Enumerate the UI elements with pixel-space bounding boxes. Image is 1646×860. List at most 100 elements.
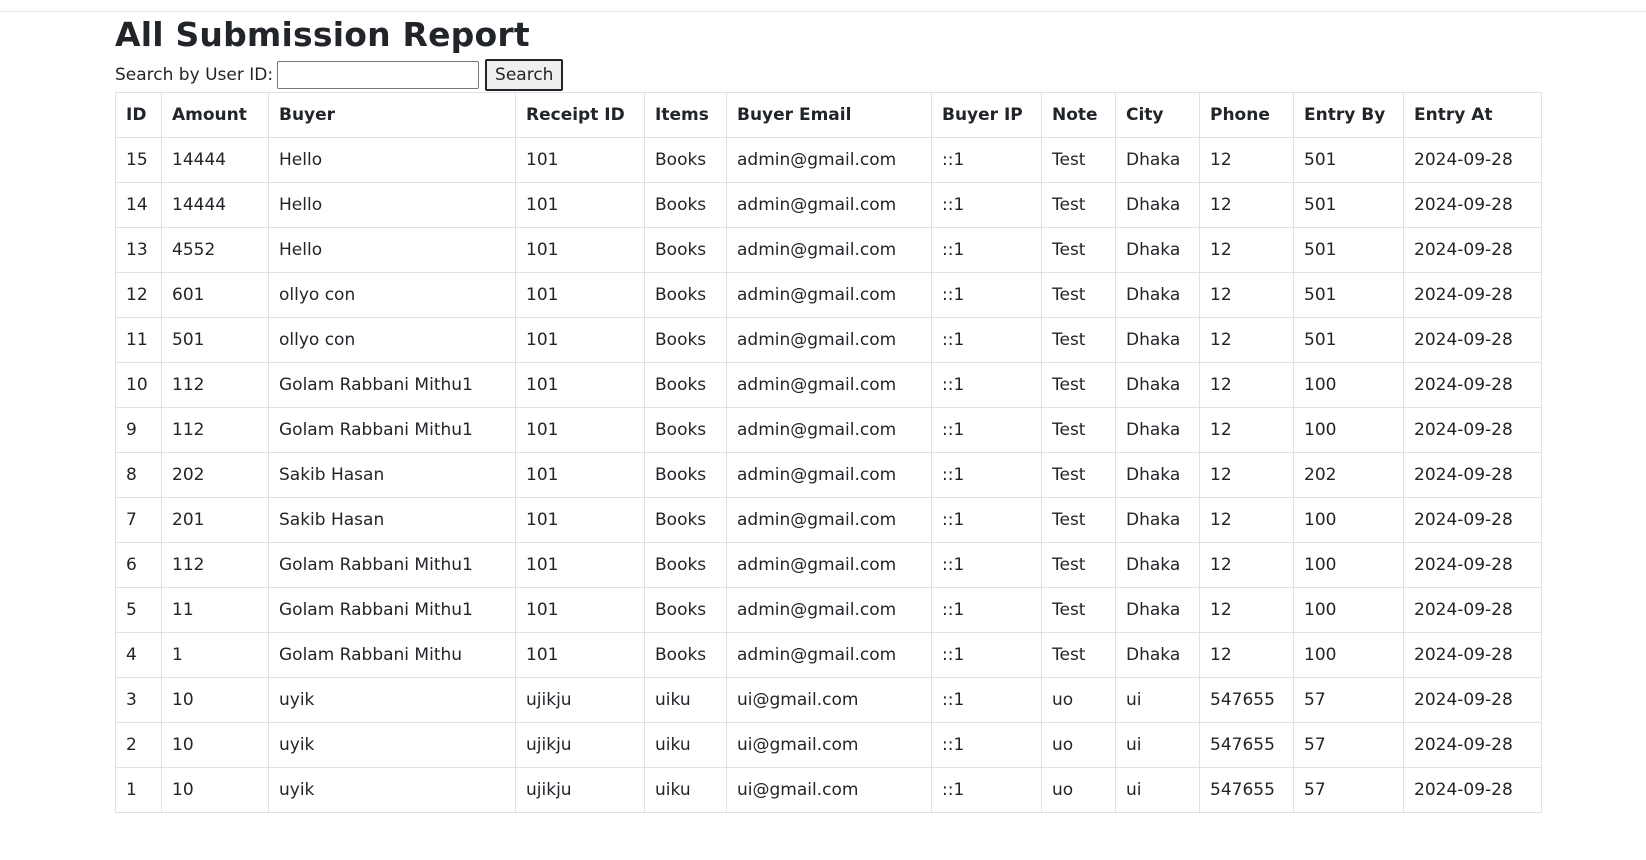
cell-city: Dhaka [1115,362,1200,408]
cell-city: Dhaka [1115,407,1200,453]
column-header-city: City [1115,92,1200,138]
cell-city: Dhaka [1115,497,1200,543]
search-button[interactable]: Search [485,59,564,91]
cell-items: Books [644,632,727,678]
submission-table: ID Amount Buyer Receipt ID Items Buyer Email B… [115,92,1542,813]
cell-amount: 202 [161,452,269,498]
cell-amount: 11 [161,587,269,633]
cell-buyer-ip: ::1 [931,497,1042,543]
table-row: 3 10 uyik ujikju uiku ui@gmail.com::1 uo ui 5476… [115,677,1542,723]
cell-note: Test [1041,272,1116,318]
cell-buyer-ip: ::1 [931,137,1042,183]
cell-items: uiku [644,677,727,723]
cell-note: Test [1041,542,1116,588]
cell-entry-by: 100 [1293,407,1404,453]
cell-buyer: Golam Rabbani Mithu1 [268,407,516,453]
table-row: 13 4552 Hello 101 Books admin@gmail.com::1 Tes… [115,227,1542,273]
search-form: Search by User ID: Search [115,58,1541,92]
cell-buyer-ip: ::1 [931,722,1042,768]
table-row: 12 601 ollyo con 101 Books admin@gmail.com::1… [115,272,1542,318]
cell-city: Dhaka [1115,137,1200,183]
cell-amount: 112 [161,362,269,408]
cell-note: Test [1041,137,1116,183]
cell-amount: 601 [161,272,269,318]
cell-city: Dhaka [1115,632,1200,678]
cell-buyer-email: admin@gmail.com [726,452,932,498]
cell-entry-at: 2024-09-28 [1403,677,1542,723]
cell-entry-at: 2024-09-28 [1403,272,1542,318]
report-container: All Submission Report Search by User ID:… [115,12,1542,813]
cell-buyer-ip: ::1 [931,587,1042,633]
cell-city: Dhaka [1115,587,1200,633]
cell-entry-by: 57 [1293,677,1404,723]
cell-entry-by: 501 [1293,137,1404,183]
cell-buyer-ip: ::1 [931,272,1042,318]
cell-buyer-email: ui@gmail.com [726,767,932,813]
cell-amount: 201 [161,497,269,543]
cell-buyer-email: admin@gmail.com [726,542,932,588]
table-row: 10 112 Golam Rabbani Mithu1 101 Books admin@g… [115,362,1542,408]
cell-id: 8 [115,452,162,498]
cell-entry-at: 2024-09-28 [1403,722,1542,768]
table-row: 15 14444 Hello 101 Books admin@gmail.com::1 Te… [115,137,1542,183]
table-body: 15 14444 Hello 101 Books admin@gmail.com::1 Te… [115,137,1542,813]
cell-receipt-id: 101 [515,362,645,408]
cell-buyer-email: ui@gmail.com [726,677,932,723]
cell-buyer-ip: ::1 [931,632,1042,678]
cell-buyer-ip: ::1 [931,407,1042,453]
table-row: 4 1 Golam Rabbani Mithu 101 Books admin@gmail… [115,632,1542,678]
cell-id: 7 [115,497,162,543]
cell-items: Books [644,497,727,543]
cell-entry-by: 57 [1293,722,1404,768]
cell-phone: 12 [1199,497,1294,543]
column-header-phone: Phone [1199,92,1294,138]
cell-amount: 10 [161,677,269,723]
cell-phone: 12 [1199,587,1294,633]
cell-receipt-id: 101 [515,587,645,633]
cell-buyer: Golam Rabbani Mithu1 [268,542,516,588]
cell-items: Books [644,137,727,183]
cell-entry-by: 57 [1293,767,1404,813]
cell-entry-at: 2024-09-28 [1403,407,1542,453]
cell-buyer: Sakib Hasan [268,452,516,498]
user-id-search-input[interactable] [277,61,480,89]
column-header-note: Note [1041,92,1116,138]
cell-buyer-email: admin@gmail.com [726,317,932,363]
cell-id: 2 [115,722,162,768]
cell-receipt-id: 101 [515,497,645,543]
cell-amount: 10 [161,767,269,813]
cell-entry-by: 100 [1293,587,1404,633]
cell-id: 11 [115,317,162,363]
cell-items: Books [644,227,727,273]
cell-phone: 547655 [1199,677,1294,723]
cell-phone: 12 [1199,182,1294,228]
cell-id: 4 [115,632,162,678]
cell-buyer: uyik [268,767,516,813]
cell-buyer-ip: ::1 [931,317,1042,363]
cell-buyer: ollyo con [268,317,516,363]
cell-id: 14 [115,182,162,228]
cell-amount: 112 [161,407,269,453]
cell-note: uo [1041,767,1116,813]
search-label: Search by User ID: [115,65,274,85]
cell-buyer: uyik [268,722,516,768]
column-header-buyer-email: Buyer Email [726,92,932,138]
cell-phone: 547655 [1199,767,1294,813]
cell-buyer: Golam Rabbani Mithu [268,632,516,678]
table-row: 11 501 ollyo con 101 Books admin@gmail.com::1… [115,317,1542,363]
table-row: 1 10 uyik ujikju uiku ui@gmail.com::1 uo ui 5476… [115,767,1542,813]
cell-amount: 10 [161,722,269,768]
cell-id: 1 [115,767,162,813]
column-header-buyer-ip: Buyer IP [931,92,1042,138]
cell-receipt-id: ujikju [515,767,645,813]
cell-note: Test [1041,452,1116,498]
cell-id: 12 [115,272,162,318]
cell-city: ui [1115,677,1200,723]
cell-buyer-email: admin@gmail.com [726,587,932,633]
cell-entry-at: 2024-09-28 [1403,767,1542,813]
table-row: 14 14444 Hello 101 Books admin@gmail.com::1 Te… [115,182,1542,228]
cell-amount: 1 [161,632,269,678]
cell-receipt-id: ujikju [515,677,645,723]
table-row: 2 10 uyik ujikju uiku ui@gmail.com::1 uo ui 5476… [115,722,1542,768]
cell-items: uiku [644,722,727,768]
